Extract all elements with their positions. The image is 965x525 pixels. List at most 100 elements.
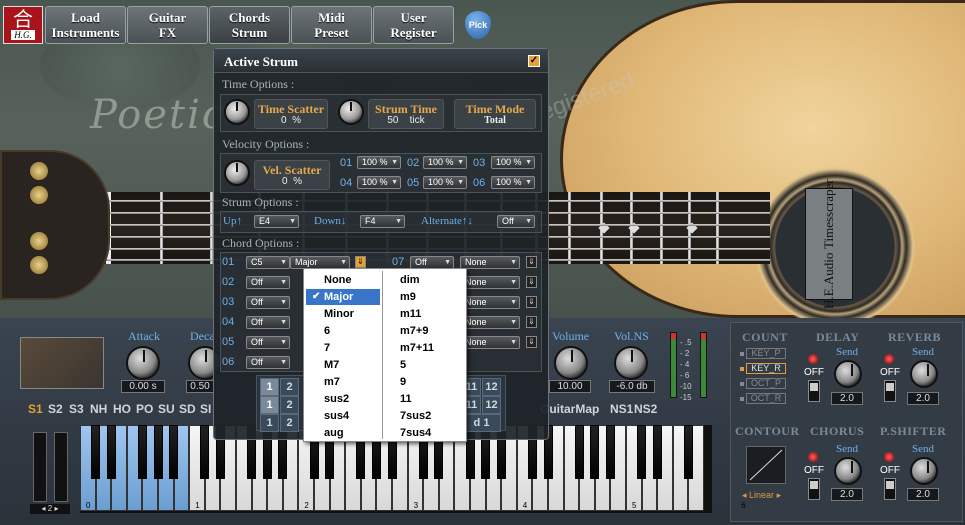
menu-item-7sus2[interactable]: 7sus2 [386, 408, 464, 424]
black-key[interactable] [683, 425, 693, 479]
key-r-button[interactable]: KEY_R [746, 363, 786, 374]
menu-item-sus4[interactable]: sus4 [306, 408, 380, 424]
map-cell[interactable]: d 1 [462, 414, 501, 432]
contour-mode-selector[interactable]: ◂ Linear ▸ [742, 490, 781, 501]
menu-item-5[interactable]: 5 [386, 357, 464, 373]
black-key[interactable] [169, 425, 179, 479]
black-key[interactable] [153, 425, 163, 479]
map-cell[interactable]: 1 [260, 378, 279, 396]
map-cell[interactable]: 12 [482, 378, 501, 396]
mod-value[interactable]: ◂ 2 ▸ [30, 504, 70, 514]
chorus-switch[interactable] [808, 478, 820, 500]
menu-item-7[interactable]: 7 [306, 340, 380, 356]
volume-knob[interactable] [554, 346, 588, 380]
chord-02-note-dropdown[interactable]: Off ▼ [246, 276, 290, 289]
chord-07-type-dropdown[interactable]: None ▼ [460, 256, 520, 269]
chord-07-apply-icon[interactable]: ⇓ [526, 256, 537, 268]
black-key[interactable] [200, 425, 210, 479]
chord-11-apply-icon[interactable]: ⇓ [526, 336, 537, 348]
key-p-button[interactable]: KEY_P [746, 348, 786, 359]
time-scatter-knob[interactable] [224, 99, 250, 125]
chord-06-note-dropdown[interactable]: Off ▼ [246, 356, 290, 369]
volns-knob[interactable] [614, 346, 648, 380]
map-cell[interactable]: 1 [260, 396, 279, 414]
pshifter-send-knob[interactable] [910, 457, 938, 485]
menu-item-9[interactable]: 9 [386, 374, 464, 390]
chord-01-apply-icon[interactable]: ⇓ [355, 256, 366, 268]
ns2-button[interactable]: NS2 [634, 402, 657, 416]
chord-05-note-dropdown[interactable]: Off ▼ [246, 336, 290, 349]
chord-10-type-dropdown[interactable]: None ▼ [460, 316, 520, 329]
strum-time-knob[interactable] [338, 99, 364, 125]
menu-item-m11[interactable]: m11 [386, 306, 464, 322]
delay-send-knob[interactable] [834, 360, 862, 388]
guitar-fx-button[interactable]: Guitar FX [127, 6, 208, 44]
pshifter-switch[interactable] [884, 478, 896, 500]
black-key[interactable] [652, 425, 662, 479]
map-cell[interactable]: 12 [482, 396, 501, 414]
string-mode-s2[interactable]: S2 [48, 402, 63, 416]
velocity-string-06-dropdown[interactable]: 100 % ▼ [491, 176, 535, 189]
map-cell[interactable]: 2 [280, 396, 299, 414]
velocity-string-05-dropdown[interactable]: 100 % ▼ [423, 176, 467, 189]
chords-strum-button[interactable]: Chords Strum [209, 6, 290, 44]
black-key[interactable] [91, 425, 101, 479]
time-mode-display[interactable]: Time Mode Total [454, 99, 536, 129]
chord-09-type-dropdown[interactable]: None ▼ [460, 296, 520, 309]
strum-up-dropdown[interactable]: E4 ▼ [254, 215, 299, 228]
vel-scatter-knob[interactable] [224, 160, 250, 186]
chord-10-apply-icon[interactable]: ⇓ [526, 316, 537, 328]
chord-09-apply-icon[interactable]: ⇓ [526, 296, 537, 308]
string-mode-ho[interactable]: HO [113, 402, 131, 416]
menu-item-m7[interactable]: m7 [306, 374, 380, 390]
oct-r-button[interactable]: OCT_R [746, 393, 786, 404]
string-mode-s1[interactable]: S1 [28, 402, 43, 416]
black-key[interactable] [574, 425, 584, 479]
black-key[interactable] [137, 425, 147, 479]
mod-wheel[interactable] [54, 432, 68, 502]
reverb-send-knob[interactable] [910, 360, 938, 388]
chord-03-note-dropdown[interactable]: Off ▼ [246, 296, 290, 309]
menu-item-m7-major[interactable]: M7 [306, 357, 380, 373]
active-strum-checkbox[interactable]: ✓ [528, 55, 540, 67]
chord-11-type-dropdown[interactable]: None ▼ [460, 336, 520, 349]
load-instruments-button[interactable]: Load Instruments [45, 6, 126, 44]
menu-item-m7plus11[interactable]: m7+11 [386, 340, 464, 356]
velocity-string-01-dropdown[interactable]: 100 % ▼ [357, 156, 401, 169]
string-mode-su[interactable]: SU [158, 402, 175, 416]
oct-p-button[interactable]: OCT_P [746, 378, 786, 389]
menu-item-none[interactable]: None [306, 272, 380, 288]
pitch-bend-wheel[interactable] [33, 432, 47, 502]
string-mode-si[interactable]: SI [200, 402, 211, 416]
black-key[interactable] [106, 425, 116, 479]
map-cell[interactable]: 1 [260, 414, 279, 432]
black-key[interactable] [590, 425, 600, 479]
chord-01-note-dropdown[interactable]: C5 ▼ [246, 256, 290, 269]
string-mode-nh[interactable]: NH [90, 402, 107, 416]
map-cell[interactable]: 2 [280, 414, 299, 432]
midi-preset-button[interactable]: Midi Preset [291, 6, 372, 44]
chorus-send-knob[interactable] [834, 457, 862, 485]
black-key[interactable] [605, 425, 615, 479]
string-mode-po[interactable]: PO [136, 402, 153, 416]
ns1-button[interactable]: NS1 [610, 402, 633, 416]
velocity-string-02-dropdown[interactable]: 100 % ▼ [423, 156, 467, 169]
velocity-string-04-dropdown[interactable]: 100 % ▼ [357, 176, 401, 189]
menu-item-minor[interactable]: Minor [306, 306, 380, 322]
menu-item-7sus4[interactable]: 7sus4 [386, 425, 464, 441]
alternate-dropdown[interactable]: Off ▼ [497, 215, 535, 228]
menu-item-dim[interactable]: dim [386, 272, 464, 288]
menu-item-sus2[interactable]: sus2 [306, 391, 380, 407]
black-key[interactable] [637, 425, 647, 479]
velocity-string-03-dropdown[interactable]: 100 % ▼ [491, 156, 535, 169]
menu-item-6[interactable]: 6 [306, 323, 380, 339]
map-cell[interactable]: 2 [280, 378, 299, 396]
chord-04-note-dropdown[interactable]: Off ▼ [246, 316, 290, 329]
strum-down-dropdown[interactable]: F4 ▼ [360, 215, 405, 228]
menu-item-m7plus9[interactable]: m7+9 [386, 323, 464, 339]
attack-knob[interactable] [126, 346, 160, 380]
menu-item-aug[interactable]: aug [306, 425, 380, 441]
string-mode-s3[interactable]: S3 [69, 402, 84, 416]
chord-08-apply-icon[interactable]: ⇓ [526, 276, 537, 288]
string-mode-sd[interactable]: SD [179, 402, 196, 416]
